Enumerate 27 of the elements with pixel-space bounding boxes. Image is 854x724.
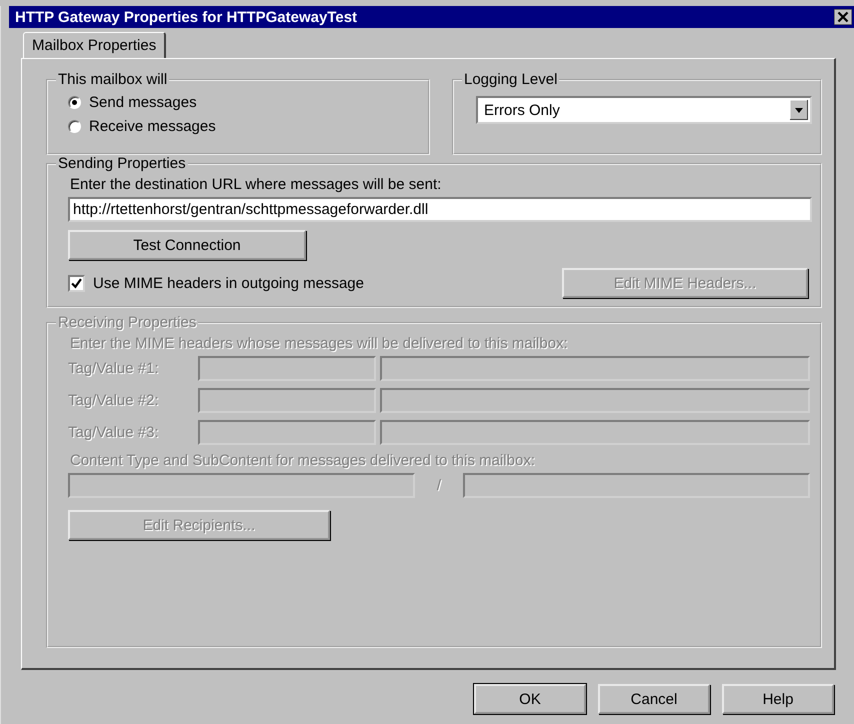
logging-dropdown[interactable]: Errors Only [476, 96, 812, 124]
radio-label[interactable]: Receive messages [89, 118, 216, 134]
url-field[interactable]: http://rtettenhorst/gentran/schttpmessageforwarder.dll [68, 197, 812, 222]
content-type-label: Content Type and SubContent for messages delivered to this mailbox: [70, 452, 536, 469]
dropdown-arrow-icon[interactable] [790, 100, 808, 120]
group-title: Sending Properties [57, 155, 187, 172]
dialog-button[interactable]: Help [722, 684, 834, 714]
tab[interactable]: Mailbox Properties [23, 32, 166, 58]
separator-slash: / [436, 477, 442, 494]
mime-headers-label: Enter the MIME headers whose messages will be delivered to this mailbox: [70, 335, 569, 352]
dialog-button[interactable]: OK [474, 684, 586, 714]
test-connection-button[interactable]: Test Connection [68, 230, 306, 260]
dialog-button[interactable]: Cancel [598, 684, 710, 714]
group-title: Receiving Properties [57, 314, 198, 331]
tag-value-label: Tag/Value #2: [68, 392, 160, 409]
checkbox-label[interactable]: Use MIME headers in outgoing message [93, 274, 364, 292]
url-label: Enter the destination URL where messages will be sent: [70, 176, 442, 193]
group-title: This mailbox will [57, 71, 168, 88]
radio-label[interactable]: Send messages [89, 94, 197, 110]
radio-button[interactable] [68, 96, 81, 108]
window-title: HTTP Gateway Properties for HTTPGatewayTest [15, 8, 358, 26]
tag-value-label: Tag/Value #3: [68, 424, 160, 441]
tag-value-label: Tag/Value #1: [68, 360, 160, 377]
close-icon[interactable] [834, 9, 852, 25]
group-title: Logging Level [463, 71, 558, 88]
radio-button[interactable] [68, 120, 81, 132]
checkbox[interactable] [68, 274, 85, 292]
